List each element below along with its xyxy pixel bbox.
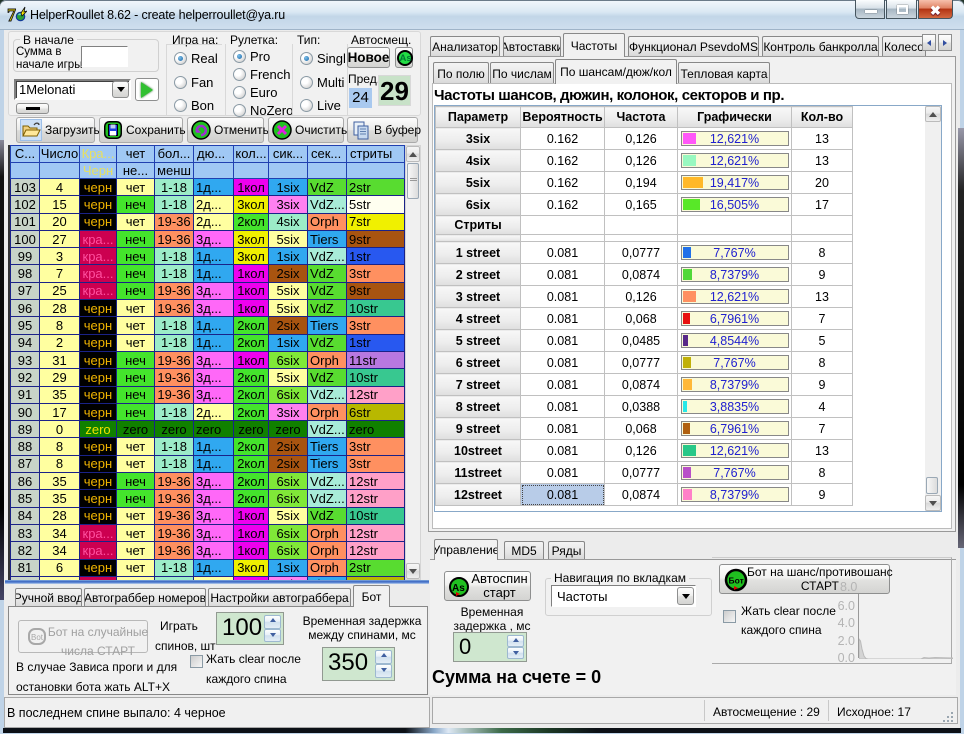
svg-text:As: As (452, 583, 465, 594)
svg-text:Бот: Бот (729, 576, 744, 586)
svg-text:7: 7 (7, 5, 16, 24)
